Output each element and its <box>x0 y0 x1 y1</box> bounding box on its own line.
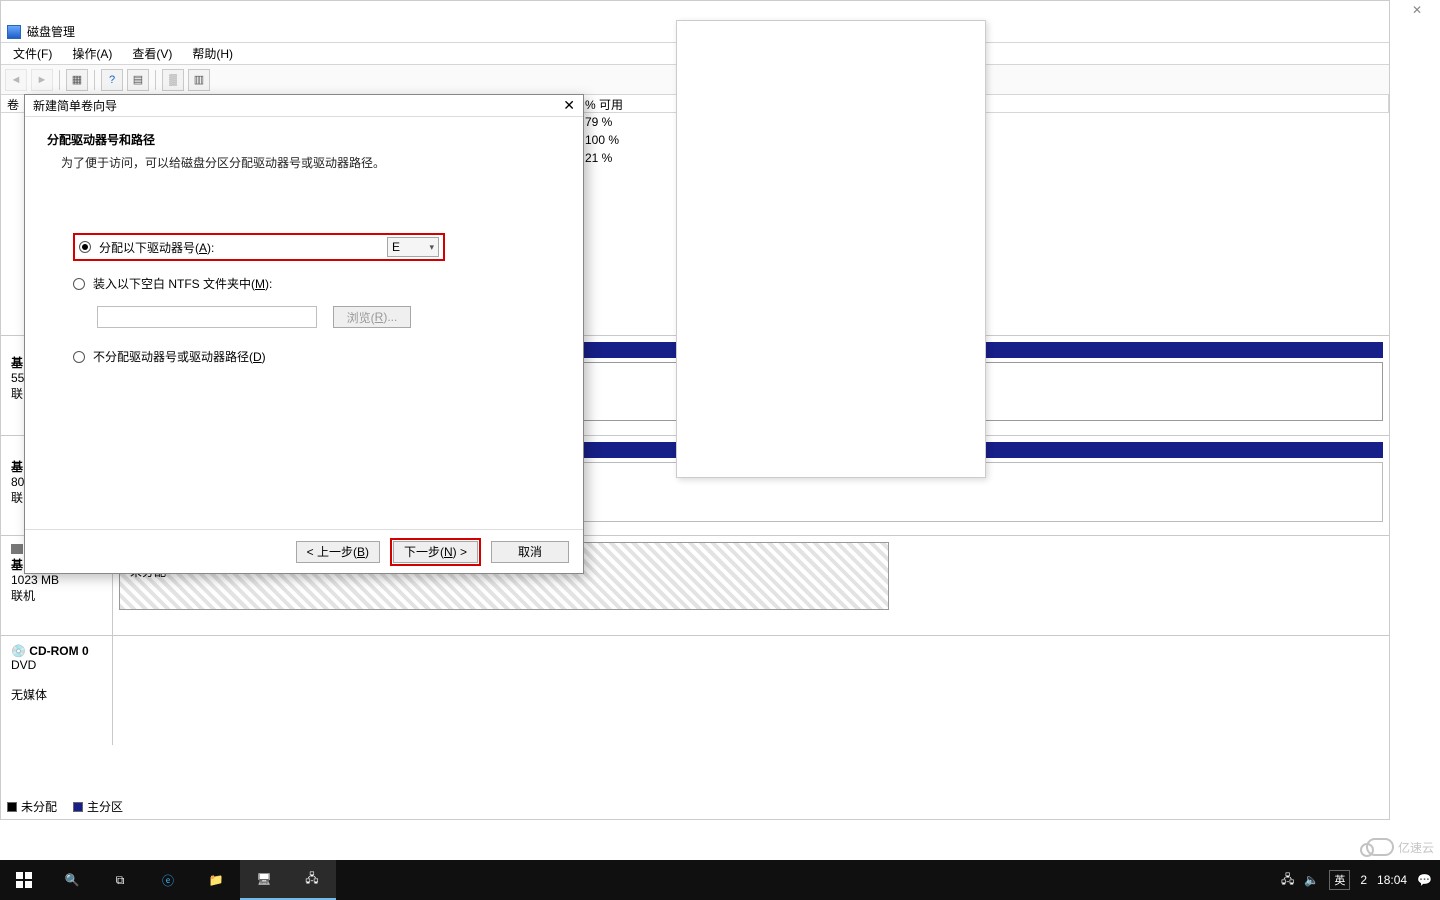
network-icon[interactable]: 🖧 <box>1281 870 1294 891</box>
drive-letter-select[interactable]: E ▾ <box>387 237 439 257</box>
disc-icon: 💿 <box>11 644 26 658</box>
taskbar: 🔍 ⧉ ⓔ 📁 🖥 🖧 🖧 🔈 英 2 18:04 💬 <box>0 860 1440 900</box>
cdrom-pane: 💿 CD-ROM 0 DVD 无媒体 <box>1 635 1389 745</box>
back-button[interactable]: < 上一步(B) <box>296 541 380 563</box>
help-icon[interactable]: ? <box>101 69 123 91</box>
hyperv-task[interactable]: 🖧 <box>288 860 336 900</box>
cancel-button[interactable]: 取消 <box>491 541 569 563</box>
legend: 未分配 主分区 <box>7 798 123 815</box>
volume-icon[interactable]: 🔈 <box>1304 873 1319 887</box>
panel-icon[interactable]: ▦ <box>66 69 88 91</box>
cdrom-label[interactable]: 💿 CD-ROM 0 DVD 无媒体 <box>1 636 113 745</box>
host-close-icon[interactable]: ✕ <box>1394 0 1440 20</box>
notifications-icon[interactable]: 💬 <box>1417 873 1432 887</box>
legend-unalloc-swatch <box>7 802 17 812</box>
option-assign-letter[interactable]: 分配以下驱动器号(A): <box>79 239 214 256</box>
menu-help[interactable]: 帮助(H) <box>184 43 241 64</box>
disk-icon <box>11 544 23 554</box>
menu-view[interactable]: 查看(V) <box>124 43 180 64</box>
tray-number: 2 <box>1360 873 1367 887</box>
close-icon[interactable]: ✕ <box>563 97 575 114</box>
clock[interactable]: 18:04 <box>1377 874 1407 887</box>
back-icon: ◄ <box>5 69 27 91</box>
app-icon <box>7 25 21 39</box>
radio-icon[interactable] <box>79 241 91 253</box>
watermark: 亿速云 <box>1366 838 1434 856</box>
browse-button: 浏览(R)... <box>333 306 411 328</box>
menu-file[interactable]: 文件(F) <box>5 43 60 64</box>
ime-indicator[interactable]: 英 <box>1329 870 1350 890</box>
mount-path-input <box>97 306 317 328</box>
cloud-icon <box>1366 838 1394 856</box>
forward-icon: ► <box>31 69 53 91</box>
menu-action[interactable]: 操作(A) <box>64 43 120 64</box>
wizard-subtext: 为了便于访问，可以给磁盘分区分配驱动器号或驱动器路径。 <box>47 154 561 171</box>
legend-primary-swatch <box>73 802 83 812</box>
next-button[interactable]: 下一步(N) > <box>393 541 478 563</box>
wizard-title: 新建简单卷向导 <box>33 97 117 114</box>
chevron-down-icon: ▾ <box>429 242 434 253</box>
search-icon[interactable]: 🔍 <box>48 860 96 900</box>
system-tray: 🖧 🔈 英 2 18:04 💬 <box>1273 860 1440 900</box>
radio-icon[interactable] <box>73 351 85 363</box>
pct-cell: 79 % <box>585 115 612 129</box>
new-simple-volume-wizard: 新建简单卷向导 ✕ 分配驱动器号和路径 为了便于访问，可以给磁盘分区分配驱动器号… <box>24 94 584 574</box>
list-icon[interactable]: ▒ <box>162 69 184 91</box>
wizard-heading: 分配驱动器号和路径 <box>47 131 561 148</box>
dropdown-overlay-panel <box>676 20 986 478</box>
option-mount-folder[interactable]: 装入以下空白 NTFS 文件夹中(M): <box>73 275 535 292</box>
pct-cell: 100 % <box>585 133 619 147</box>
wizard-footer: < 上一步(B) 下一步(N) > 取消 <box>25 529 583 573</box>
window-title: 磁盘管理 <box>27 23 75 40</box>
refresh-icon[interactable]: ▤ <box>127 69 149 91</box>
detail-icon[interactable]: ▥ <box>188 69 210 91</box>
file-explorer-icon[interactable]: 📁 <box>192 860 240 900</box>
radio-icon[interactable] <box>73 278 85 290</box>
ie-icon[interactable]: ⓔ <box>144 860 192 900</box>
task-view-icon[interactable]: ⧉ <box>96 860 144 900</box>
option-no-assign[interactable]: 不分配驱动器号或驱动器路径(D) <box>73 348 535 365</box>
pct-cell: 21 % <box>585 151 612 165</box>
disk-management-task[interactable]: 🖥 <box>240 860 288 900</box>
start-button[interactable] <box>0 860 48 900</box>
